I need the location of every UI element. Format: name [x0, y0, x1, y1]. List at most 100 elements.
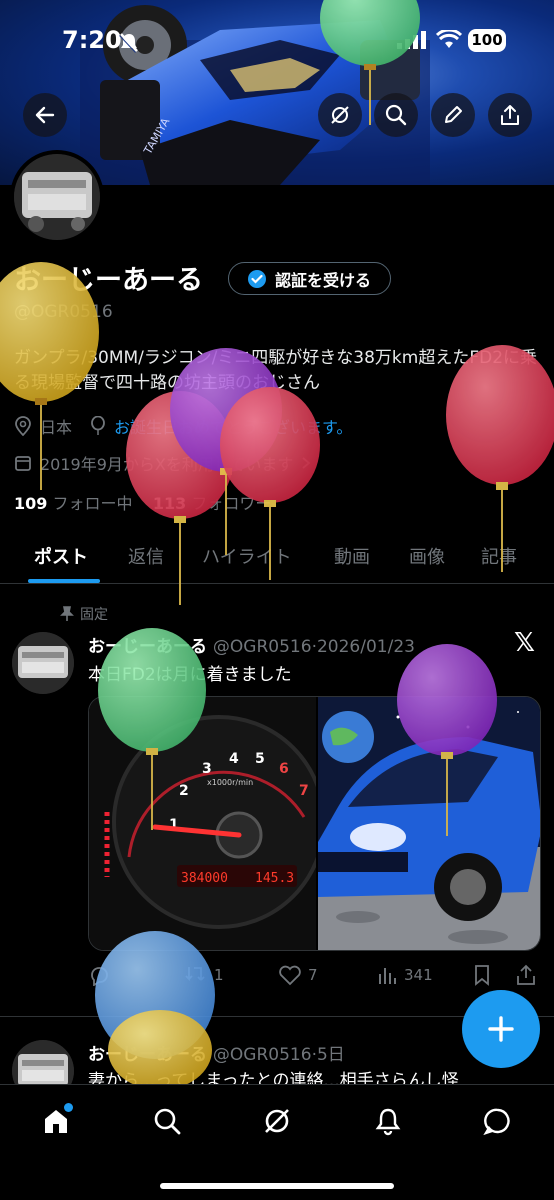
profile-bio: ガンプラ/30MM/ラジコン/ミニ四駆が好きな38万km超えたFD2に乗る現場監… — [14, 348, 538, 393]
calendar-icon — [15, 456, 31, 471]
profile-handle: @OGR0516 — [14, 302, 113, 322]
like-button[interactable]: 7 — [278, 964, 318, 986]
following-link[interactable]: 109 フォロー中 — [14, 494, 133, 513]
grok-icon — [331, 106, 349, 124]
chevron-right-icon — [302, 457, 311, 469]
post-date[interactable]: 2026/01/23 — [317, 637, 415, 657]
pin-icon — [60, 606, 74, 621]
joined-date: 2019年9月からXを利用しています — [40, 455, 294, 474]
notification-dot — [64, 1103, 73, 1112]
profile-name: おーじーあーる — [14, 265, 203, 296]
post-media[interactable]: 1 2 3 4 5 6 7 x1000r/min 384000 145.3 — [88, 696, 541, 951]
gauge-num-4: 4 — [229, 751, 239, 767]
profile-tabs: ポスト 返信 ハイライト 動画 画像 記事 — [0, 532, 554, 584]
edit-button[interactable] — [431, 93, 475, 137]
post-date[interactable]: 5日 — [317, 1045, 345, 1065]
tab-replies[interactable]: 返信 — [128, 543, 164, 569]
post-avatar[interactable] — [12, 632, 74, 694]
pencil-icon — [445, 106, 462, 123]
tab-videos[interactable]: 動画 — [334, 543, 370, 569]
post-header: おーじーあーる @OGR0516·2026/01/23 — [88, 637, 415, 657]
nav-grok[interactable] — [257, 1101, 297, 1141]
search-icon — [154, 1108, 181, 1135]
view-count: 341 — [404, 966, 433, 984]
share-icon — [501, 105, 519, 125]
search-button[interactable] — [374, 93, 418, 137]
profile-avatar[interactable] — [10, 150, 104, 244]
gauge-label: x1000r/min — [207, 778, 253, 787]
tab-highlights[interactable]: ハイライト — [202, 543, 292, 569]
get-verified-button[interactable]: 認証を受ける — [228, 262, 391, 295]
engine-photo — [14, 154, 100, 240]
profile-location: 日本 — [40, 418, 73, 437]
grok-button[interactable] — [318, 93, 362, 137]
gauge-odometer: 384000 — [181, 871, 228, 886]
share-post-button[interactable] — [516, 964, 536, 986]
share-icon — [517, 964, 535, 985]
pinned-label: 固定 — [60, 604, 108, 624]
cellular-signal-icon — [397, 31, 426, 49]
battery-indicator: 100 — [468, 29, 506, 52]
tab-images[interactable]: 画像 — [409, 543, 445, 569]
status-time: 7:20 — [62, 26, 122, 54]
get-verified-label: 認証を受ける — [275, 270, 372, 290]
post-author[interactable]: おーじーあーる — [88, 637, 207, 657]
bookmark-icon — [475, 965, 489, 986]
retweet-button[interactable]: 1 — [184, 964, 224, 986]
balloon-birthday-icon — [91, 416, 105, 435]
like-count: 7 — [308, 966, 318, 984]
bookmark-button[interactable] — [472, 964, 492, 986]
profile-screen: TAMIYA 7:20 100 おーじーあーる 認証を受ける @OGR0516 … — [0, 0, 554, 1200]
gauge-num-7: 7 — [299, 783, 309, 799]
reply-button[interactable] — [88, 964, 110, 986]
post-handle[interactable]: @OGR0516 — [213, 637, 312, 657]
profile-meta: 日本 お誕生日おめでとうございます。 — [14, 414, 352, 438]
views-button[interactable]: 341 — [376, 964, 433, 986]
gauge-num-2: 2 — [179, 783, 189, 799]
retweet-icon — [185, 967, 205, 982]
retweet-count: 1 — [214, 966, 224, 984]
nav-home[interactable] — [36, 1101, 76, 1141]
reply-icon — [91, 967, 108, 986]
location-pin-icon — [15, 416, 31, 436]
joined-row[interactable]: 2019年9月からXを利用しています — [14, 451, 311, 475]
follow-stats: 109 フォロー中 113 フォロワー — [14, 490, 271, 514]
gauge-num-3: 3 — [202, 761, 212, 777]
gauge-num-6: 6 — [279, 761, 289, 777]
analytics-icon — [379, 968, 396, 984]
post-author[interactable]: おーじーあーる — [88, 1045, 207, 1065]
post-actions: 1 7 341 — [88, 964, 548, 990]
bell-icon — [375, 1108, 401, 1136]
followers-link[interactable]: 113 フォロワー — [153, 494, 272, 513]
wifi-icon — [436, 30, 462, 48]
fd2-on-moon-illustration[interactable] — [318, 697, 541, 951]
message-icon — [483, 1108, 510, 1136]
compose-button[interactable] — [462, 990, 540, 1068]
nav-messages[interactable] — [478, 1101, 518, 1141]
active-tab-indicator — [28, 579, 100, 583]
x-logo-icon: 𝕏 — [514, 628, 535, 658]
tab-articles[interactable]: 記事 — [481, 543, 517, 569]
speedometer-photo[interactable]: 1 2 3 4 5 6 7 x1000r/min 384000 145.3 — [89, 697, 316, 951]
plus-icon — [488, 1016, 514, 1042]
heart-icon — [279, 965, 301, 986]
silent-bell-icon — [119, 33, 138, 53]
gauge-trip: 145.3 — [255, 871, 294, 886]
post-handle[interactable]: @OGR0516 — [213, 1045, 312, 1065]
share-button[interactable] — [488, 93, 532, 137]
verified-badge-icon — [248, 269, 266, 288]
gauge-num-5: 5 — [255, 751, 265, 767]
nav-notifications[interactable] — [368, 1101, 408, 1141]
tab-posts[interactable]: ポスト — [34, 543, 88, 569]
back-button[interactable] — [23, 93, 67, 137]
nav-explore[interactable] — [147, 1101, 187, 1141]
engine-photo — [12, 632, 74, 694]
search-icon — [385, 104, 407, 126]
grok-icon — [265, 1109, 289, 1133]
post-header: おーじーあーる @OGR0516·5日 — [88, 1045, 345, 1065]
birthday-link[interactable]: お誕生日おめでとうございます。 — [114, 414, 352, 438]
arrow-left-icon — [35, 106, 55, 124]
post-text: 本日FD2は月に着きました — [88, 665, 292, 685]
home-indicator — [160, 1183, 394, 1189]
status-bar: 7:20 100 — [0, 22, 554, 62]
